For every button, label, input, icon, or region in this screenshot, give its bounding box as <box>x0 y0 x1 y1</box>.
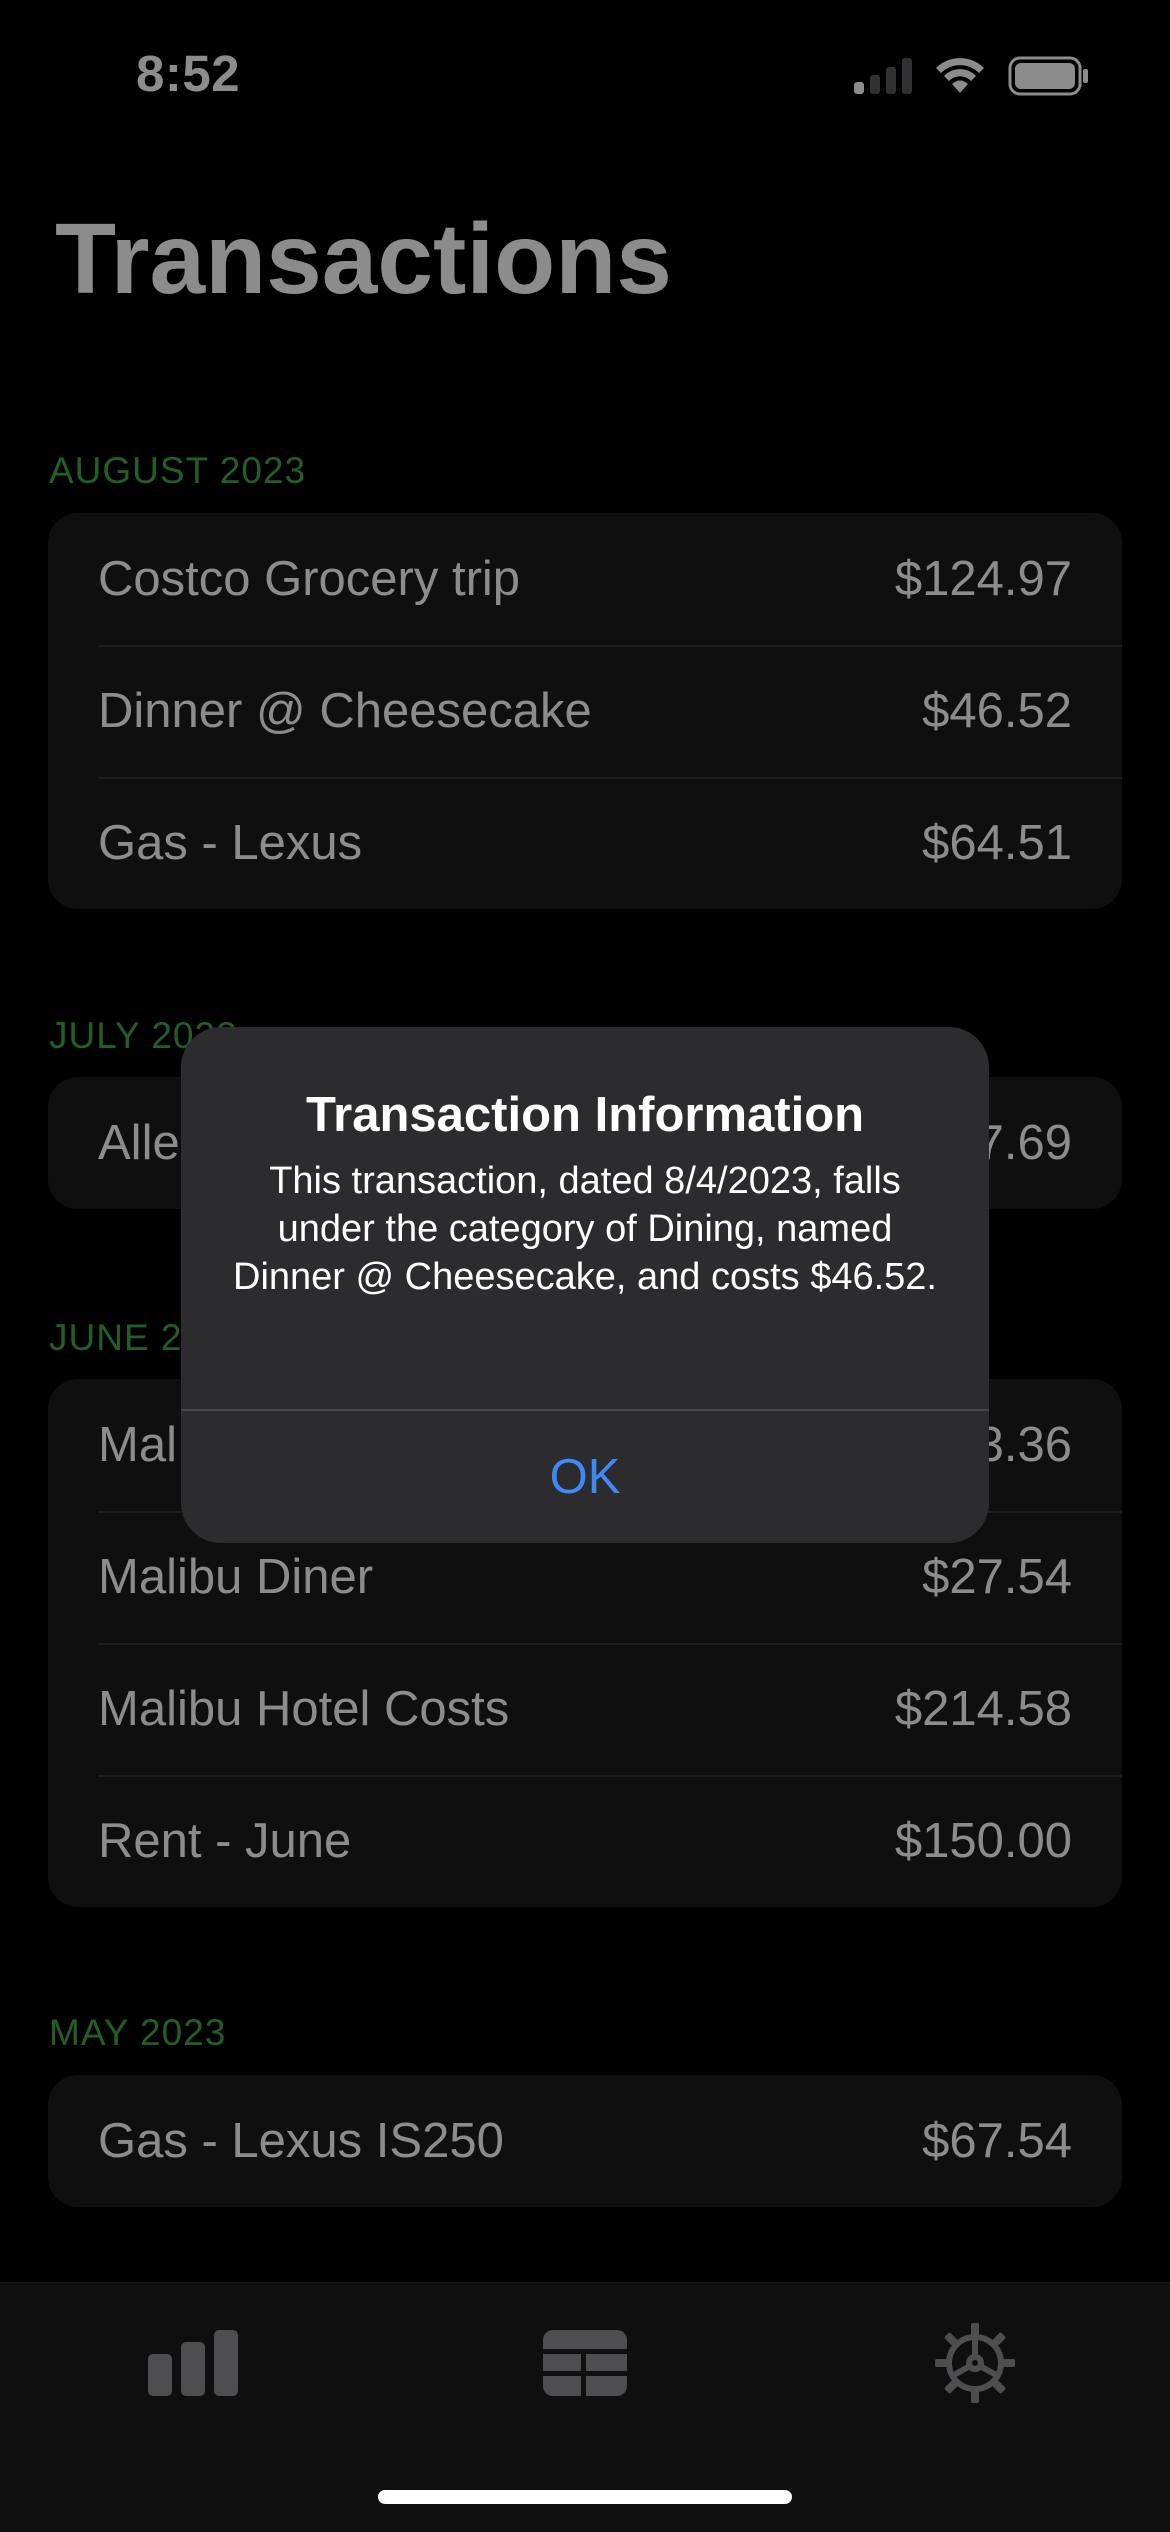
alert-message: This transaction, dated 8/4/2023, falls … <box>233 1160 937 1298</box>
transactions-screen: 8:52 Transactions AUGUST 2023 Costco Gro… <box>0 0 1170 2532</box>
alert-title: Transaction Information <box>305 1088 865 1142</box>
ok-button[interactable]: OK <box>181 1411 989 1543</box>
home-indicator[interactable] <box>378 2490 792 2504</box>
transaction-info-alert: Transaction Information This transaction… <box>181 1027 989 1543</box>
